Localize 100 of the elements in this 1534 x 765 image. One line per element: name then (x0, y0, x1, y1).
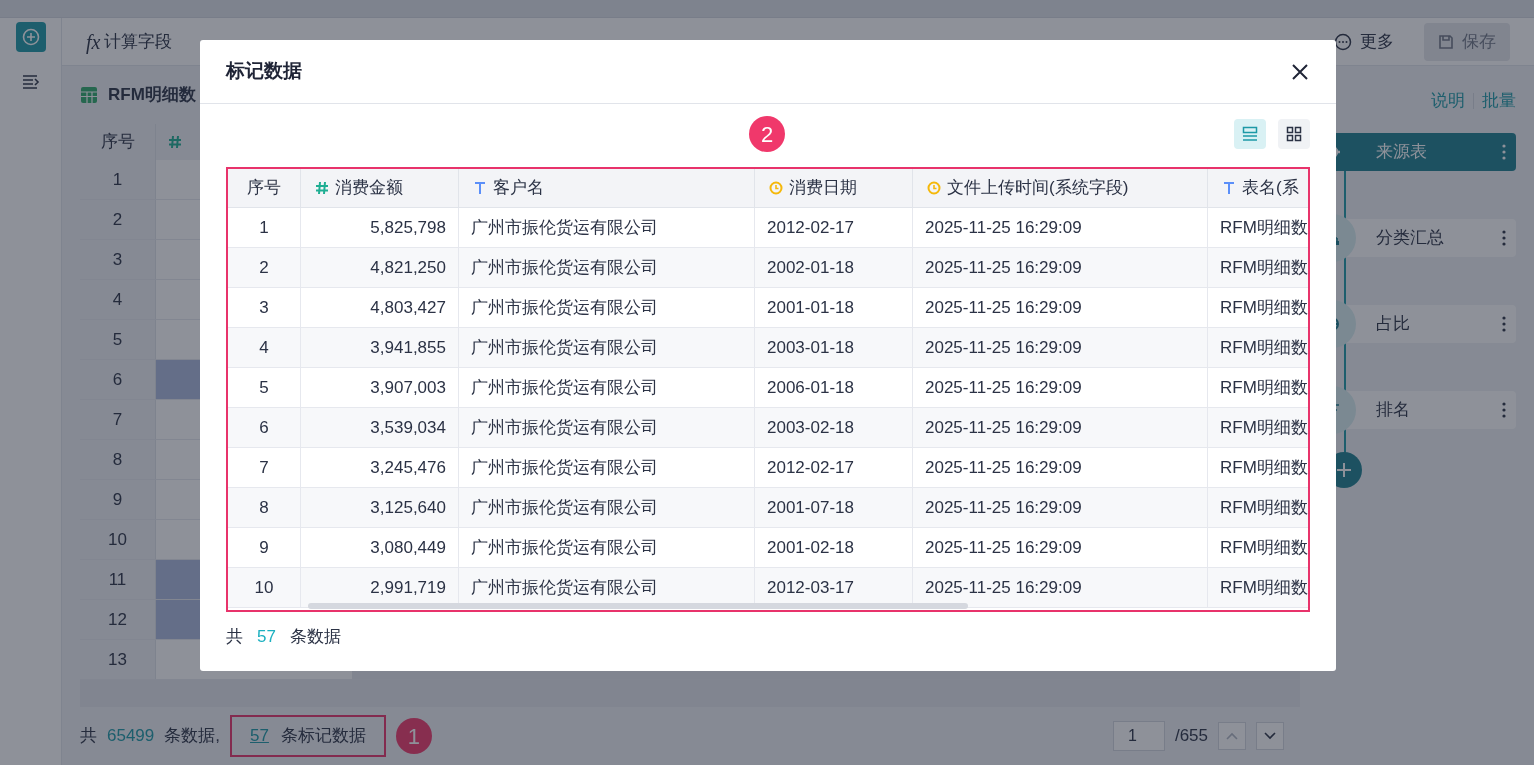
column-header: 消费金额 (301, 169, 459, 207)
table-cell: 9 (228, 528, 301, 567)
kebab-icon[interactable] (1502, 401, 1506, 418)
column-header: 客户名 (459, 169, 755, 207)
toolbar-button[interactable]: fx 计算字段 (86, 26, 173, 57)
table-cell: 2025-11-25 16:29:09 (913, 448, 1208, 487)
step-marker: 1 (395, 718, 432, 754)
table-cell: 2006-01-18 (755, 368, 913, 407)
step-label: 来源表 (1376, 140, 1428, 163)
table-cell: RFM明细数 (1208, 248, 1308, 287)
table-icon (80, 86, 98, 104)
clock-icon (927, 181, 941, 195)
table-cell: RFM明细数 (1208, 328, 1308, 367)
count-label: 条数据 (289, 626, 341, 648)
row-number: 10 (80, 520, 156, 559)
table-cell: 1 (228, 208, 301, 247)
dialog-title: 标记数据 (226, 59, 302, 84)
row-number: 3 (80, 240, 156, 279)
count-value: 57 (257, 626, 276, 648)
table-cell: RFM明细数 (1208, 568, 1308, 607)
table-cell: 3,907,003 (301, 368, 459, 407)
table-cell: 2001-07-18 (755, 488, 913, 527)
table-cell: 5,825,798 (301, 208, 459, 247)
column-header: 表名(系 (1208, 169, 1308, 207)
table-cell: 3,080,449 (301, 528, 459, 567)
table-cell: 广州市振伦货运有限公司 (459, 408, 755, 447)
table-cell: 广州市振伦货运有限公司 (459, 208, 755, 247)
table-cell: 广州市振伦货运有限公司 (459, 368, 755, 407)
table-cell: 2025-11-25 16:29:09 (913, 408, 1208, 447)
table-cell: 2 (228, 248, 301, 287)
table-cell: 4 (228, 328, 301, 367)
table-cell: 广州市振伦货运有限公司 (459, 288, 755, 327)
table-cell: 4,821,250 (301, 248, 459, 287)
table-cell: 2012-02-17 (755, 448, 913, 487)
save-icon (1438, 33, 1454, 50)
list-icon (1242, 126, 1258, 142)
outline-icon[interactable] (21, 74, 40, 90)
table-cell: 3,941,855 (301, 328, 459, 367)
table-cell: 广州市振伦货运有限公司 (459, 328, 755, 367)
close-button[interactable] (1290, 61, 1310, 82)
row-number: 5 (80, 320, 156, 359)
text-type-icon (1222, 181, 1236, 195)
chevron-up-icon (1226, 732, 1238, 740)
page-total: /655 (1174, 725, 1208, 748)
table-cell: 6 (228, 408, 301, 447)
list-view-button[interactable] (1234, 119, 1266, 149)
table-cell: RFM明细数 (1208, 408, 1308, 447)
table-cell: 8 (228, 488, 301, 527)
count-label: 共 (226, 626, 243, 648)
row-number: 8 (80, 440, 156, 479)
plus-icon (21, 28, 40, 46)
table-cell: RFM明细数 (1208, 288, 1308, 327)
table-cell: 3,125,640 (301, 488, 459, 527)
table-cell: RFM明细数 (1208, 208, 1308, 247)
step-label: 分类汇总 (1376, 226, 1445, 249)
table-cell: 2025-11-25 16:29:09 (913, 368, 1208, 407)
kebab-icon[interactable] (1502, 143, 1506, 160)
row-number: 12 (80, 600, 156, 639)
row-number: 6 (80, 360, 156, 399)
next-page-button[interactable] (1256, 722, 1284, 750)
table-cell: 2012-02-17 (755, 208, 913, 247)
toolbar-button[interactable]: 更多 (1334, 28, 1394, 55)
text-type-icon (473, 181, 487, 195)
total-count: 65499 (107, 725, 155, 748)
total-label: 共 (80, 725, 97, 748)
row-number: 7 (80, 400, 156, 439)
table-cell: 7 (228, 448, 301, 487)
total-label: 条数据, (164, 725, 220, 748)
kebab-icon[interactable] (1502, 315, 1506, 332)
table-cell: 2003-02-18 (755, 408, 913, 447)
table-cell: RFM明细数 (1208, 488, 1308, 527)
table-cell: 2025-11-25 16:29:09 (913, 288, 1208, 327)
grid-view-button[interactable] (1278, 119, 1310, 149)
table-cell: 广州市振伦货运有限公司 (459, 248, 755, 287)
row-number: 9 (80, 480, 156, 519)
table-cell: 广州市振伦货运有限公司 (459, 488, 755, 527)
row-number: 4 (80, 280, 156, 319)
table-cell: RFM明细数 (1208, 448, 1308, 487)
marked-label: 条标记数据 (280, 725, 366, 748)
number-type-icon (168, 135, 182, 149)
table-cell: 2001-02-18 (755, 528, 913, 567)
table-cell: RFM明细数 (1208, 528, 1308, 567)
table-cell: 2002-01-18 (755, 248, 913, 287)
column-header: 序号 (228, 169, 301, 207)
table-cell: 3 (228, 288, 301, 327)
clock-icon (769, 181, 783, 195)
table-cell: 广州市振伦货运有限公司 (459, 528, 755, 567)
row-number: 13 (80, 640, 156, 679)
formula-icon: fx (86, 26, 101, 57)
table-cell: 3,539,034 (301, 408, 459, 447)
table-cell: 2025-11-25 16:29:09 (913, 528, 1208, 567)
kebab-icon[interactable] (1502, 229, 1506, 246)
table-cell: 2001-01-18 (755, 288, 913, 327)
row-number: 11 (80, 560, 156, 599)
table-cell: RFM明细数 (1208, 368, 1308, 407)
page-input[interactable]: 1 (1112, 721, 1165, 751)
table-cell: 3,245,476 (301, 448, 459, 487)
step-label: 占比 (1376, 312, 1411, 335)
column-header: 文件上传时间(系统字段) (913, 169, 1208, 207)
table-cell: 广州市振伦货运有限公司 (459, 448, 755, 487)
